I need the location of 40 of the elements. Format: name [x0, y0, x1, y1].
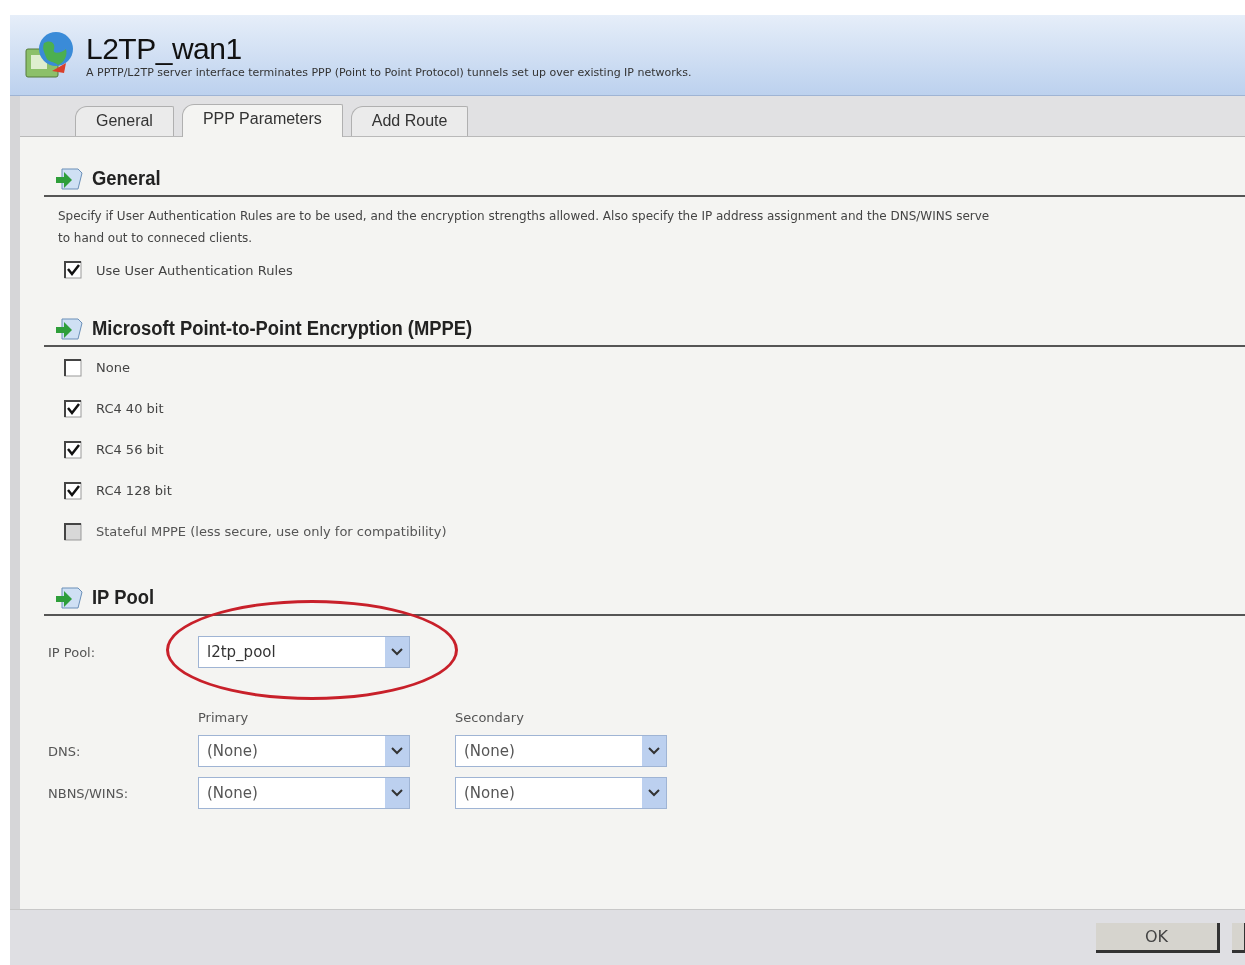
button[interactable] — [1232, 922, 1245, 953]
tab[interactable]: Add Route — [350, 106, 469, 136]
chevron-down-icon — [648, 747, 660, 755]
checkbox-label: None — [96, 360, 130, 375]
column-header: Primary — [198, 710, 250, 725]
window-title: L2TP_wan1 — [86, 31, 243, 66]
description-text: Specify if User Authentication Rules are to be used, and the encryption strengths allowed. Also specify the IP address assignment and the DNS/WINS serve to hand out to conneced clients. — [58, 208, 991, 247]
field-label: DNS: — [48, 743, 82, 759]
checkbox[interactable] — [64, 261, 82, 279]
checkbox-label: RC4 40 bit — [96, 401, 164, 416]
chevron-down-icon — [391, 747, 403, 755]
tab[interactable]: PPP Parameters — [181, 104, 343, 137]
checkbox[interactable] — [64, 399, 82, 418]
field-label: IP Pool: — [48, 644, 97, 660]
column-header: Secondary — [455, 710, 525, 725]
chevron-down-icon — [391, 648, 403, 656]
checkbox[interactable] — [64, 440, 82, 459]
section-heading: Microsoft Point-to-Point Encryption (MPPE) — [92, 316, 473, 340]
section-heading: General — [92, 166, 161, 190]
dropdown[interactable]: (None) — [455, 735, 667, 767]
subtitle-text: A PPTP/L2TP server interface terminates PPP (Point to Point Protocol) tunnels set up over existing IP networks. — [86, 65, 692, 79]
section-heading: IP Pool — [92, 585, 155, 609]
arrow-document-icon — [54, 315, 84, 341]
checkbox-label: RC4 56 bit — [96, 442, 164, 457]
arrow-document-icon — [54, 584, 84, 610]
tab[interactable]: General — [75, 106, 174, 136]
checkbox[interactable] — [64, 358, 82, 377]
checkbox-label: Use User Authentication Rules — [96, 262, 293, 278]
ok-button[interactable]: OK — [1096, 922, 1220, 953]
checkbox[interactable] — [64, 481, 82, 500]
arrow-document-icon — [54, 165, 84, 191]
field-label: NBNS/WINS: — [48, 785, 130, 801]
dropdown[interactable]: (None) — [198, 777, 410, 809]
dropdown[interactable]: l2tp_pool — [198, 636, 410, 668]
dropdown[interactable]: (None) — [455, 777, 667, 809]
dropdown[interactable]: (None) — [198, 735, 410, 767]
chevron-down-icon — [648, 789, 660, 797]
checkbox-label: RC4 128 bit — [96, 483, 172, 498]
checkbox-label: Stateful MPPE (less secure, use only for compatibility) — [96, 524, 447, 539]
chevron-down-icon — [391, 789, 403, 797]
